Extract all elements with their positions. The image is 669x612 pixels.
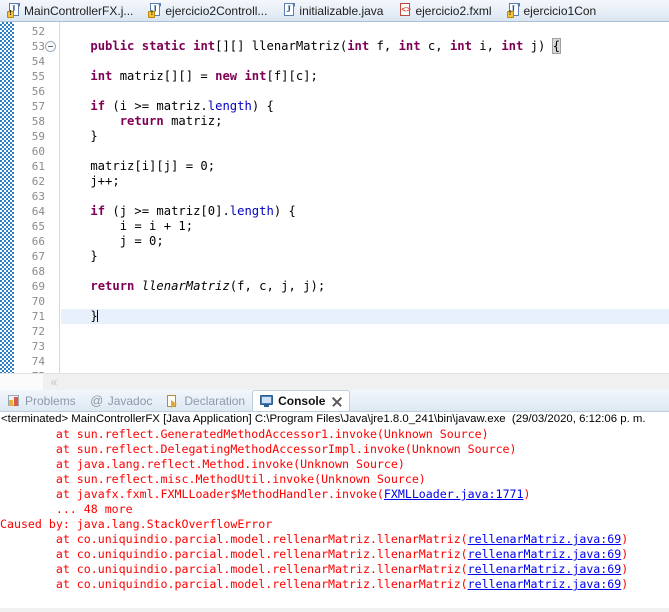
line-number: 70 [31,295,45,308]
console-stack-line-with-link[interactable]: at co.uniquindio.parcial.model.rellenarM… [0,547,628,562]
view-tab-label: Javadoc [107,393,153,408]
line-number: 57 [31,100,45,113]
java-file-icon: J [148,3,162,18]
line-number: 71 [31,310,45,323]
code-line: i = i + 1; [61,219,194,233]
change-ruler [0,22,14,373]
scrollbar-gutter-pad [0,374,43,390]
editor-tab-0[interactable]: J MainControllerFX.j... [0,0,141,21]
view-tab-declaration[interactable]: Declaration [159,390,252,411]
line-number: 55 [31,70,45,83]
console-stack-line-with-link[interactable]: at co.uniquindio.parcial.model.rellenarM… [0,577,628,592]
fxml-file-icon: <> [400,3,411,16]
console-stack-line: at java.lang.reflect.Method.invoke(Unkno… [0,457,405,471]
editor-tab-label: initializable.java [299,3,384,18]
view-tab-label: Declaration [184,393,246,408]
scroll-left-arrow-icon[interactable]: « [45,374,63,390]
editor-tab-3[interactable]: <> ejercicio2.fxml [391,0,499,21]
code-line: if (i >= matriz.length) { [90,99,274,113]
code-line: j++; [61,174,120,188]
line-number: 60 [31,145,45,158]
editor-tab-label: ejercicio2Controll... [165,3,268,18]
editor-horizontal-scrollbar[interactable]: « [0,373,669,390]
warning-overlay-icon [148,10,156,18]
bottom-view-panel: Problems @ Javadoc Declaration Console <term… [0,390,669,612]
view-tab-problems[interactable]: Problems [0,390,83,411]
code-line: } [61,309,98,323]
console-stack-line-with-link[interactable]: at co.uniquindio.parcial.model.rellenarM… [0,562,628,577]
code-line: return llenarMatriz(f, c, j, j); [90,279,326,293]
view-tab-console[interactable]: Console [252,390,351,411]
console-process-header: <terminated> MainControllerFX [Java Appl… [1,413,646,425]
line-number: 66 [31,235,45,248]
console-source-link[interactable]: rellenarMatriz.java:69 [468,562,622,576]
eclipse-ide-window: J MainControllerFX.j... Jejercicio2Control… [0,0,669,612]
console-source-link[interactable]: rellenarMatriz.java:69 [468,547,622,561]
line-number: 69 [31,280,45,293]
code-line: return matriz; [119,114,223,128]
java-code-editor[interactable]: 52 53 54 55 56 57 58 59 60 61 62 63 64 65 66 67 68 69 70 71… [0,22,669,373]
view-tab-javadoc[interactable]: @ Javadoc [83,390,160,411]
line-number: 58 [31,115,45,128]
declaration-icon [166,394,180,408]
line-number: 74 [31,355,45,368]
code-text-area[interactable]: public static int[][] llenarMatriz(int f… [61,22,669,373]
line-number: 61 [31,160,45,173]
line-number: 64 [31,205,45,218]
editor-tab-label: ejercicio2.fxml [415,3,492,18]
editor-tab-bar: J MainControllerFX.j... Jejercicio2Control… [0,0,669,22]
view-tab-bar: Problems @ Javadoc Declaration Console [0,390,669,412]
java-file-icon: J [506,3,520,18]
line-number: 68 [31,265,45,278]
line-number: 63 [31,190,45,203]
line-number-gutter[interactable]: 52 53 54 55 56 57 58 59 60 61 62 63 64 65 66 67 68 69 70 71… [14,22,60,373]
editor-tab-4[interactable]: Jejercicio1Con [500,0,605,21]
close-icon[interactable] [331,396,342,407]
console-stack-line: at sun.reflect.GeneratedMethodAccessor1.… [0,427,489,441]
view-tab-label: Problems [25,393,76,408]
java-file-icon: J [282,3,296,18]
java-file-icon: J [7,3,20,18]
console-stack-line: Caused by: java.lang.StackOverflowError [0,517,273,531]
console-output[interactable]: <terminated> MainControllerFX [Java Appl… [0,412,669,612]
console-source-link[interactable]: FXMLLoader.java:1771 [384,487,524,501]
console-source-link[interactable]: rellenarMatriz.java:69 [468,577,622,591]
console-stack-line: ... 48 more [0,502,133,516]
view-tab-label: Console [278,394,326,408]
console-bottom-scrollbar[interactable] [0,608,669,612]
line-number: 73 [31,340,45,353]
editor-tab-label: MainControllerFX.j... [24,3,134,18]
editor-tab-label: ejercicio1Con [523,3,597,18]
console-source-link[interactable]: rellenarMatriz.java:69 [468,532,622,546]
editor-tab-1[interactable]: Jejercicio2Controll... [141,0,275,21]
warning-overlay-icon [7,10,14,18]
line-number: 65 [31,220,45,233]
line-number: 67 [31,250,45,263]
line-number: 56 [31,85,45,98]
console-stack-line-with-link[interactable]: at co.uniquindio.parcial.model.rellenarM… [0,532,628,547]
problems-icon [7,394,21,408]
line-number: 72 [31,325,45,338]
code-line: if (j >= matriz[0].length) { [90,204,296,218]
code-line: public static int[][] llenarMatriz(int f… [90,38,562,54]
line-number: 59 [31,130,45,143]
code-line: int matriz[][] = new int[f][c]; [90,69,318,83]
line-number: 62 [31,175,45,188]
code-line: j = 0; [61,234,164,248]
warning-overlay-icon [506,10,514,18]
code-line: } [61,129,98,143]
code-line: matriz[i][j] = 0; [61,159,216,173]
code-fold-collapse-icon[interactable] [45,41,56,52]
javadoc-icon: @ [90,392,104,408]
editor-tab-2[interactable]: Jinitializable.java [275,0,391,21]
console-stack-line-with-link[interactable]: at javafx.fxml.FXMLLoader$MethodHandler.… [0,487,531,502]
line-number: 53 [31,40,45,53]
console-stack-line: at sun.reflect.misc.MethodUtil.invoke(Un… [0,472,426,486]
line-number: 54 [31,55,45,68]
console-icon [260,394,274,408]
code-line: } [61,249,98,263]
line-number: 52 [31,25,45,38]
console-stack-line: at sun.reflect.DelegatingMethodAccessorI… [0,442,517,456]
